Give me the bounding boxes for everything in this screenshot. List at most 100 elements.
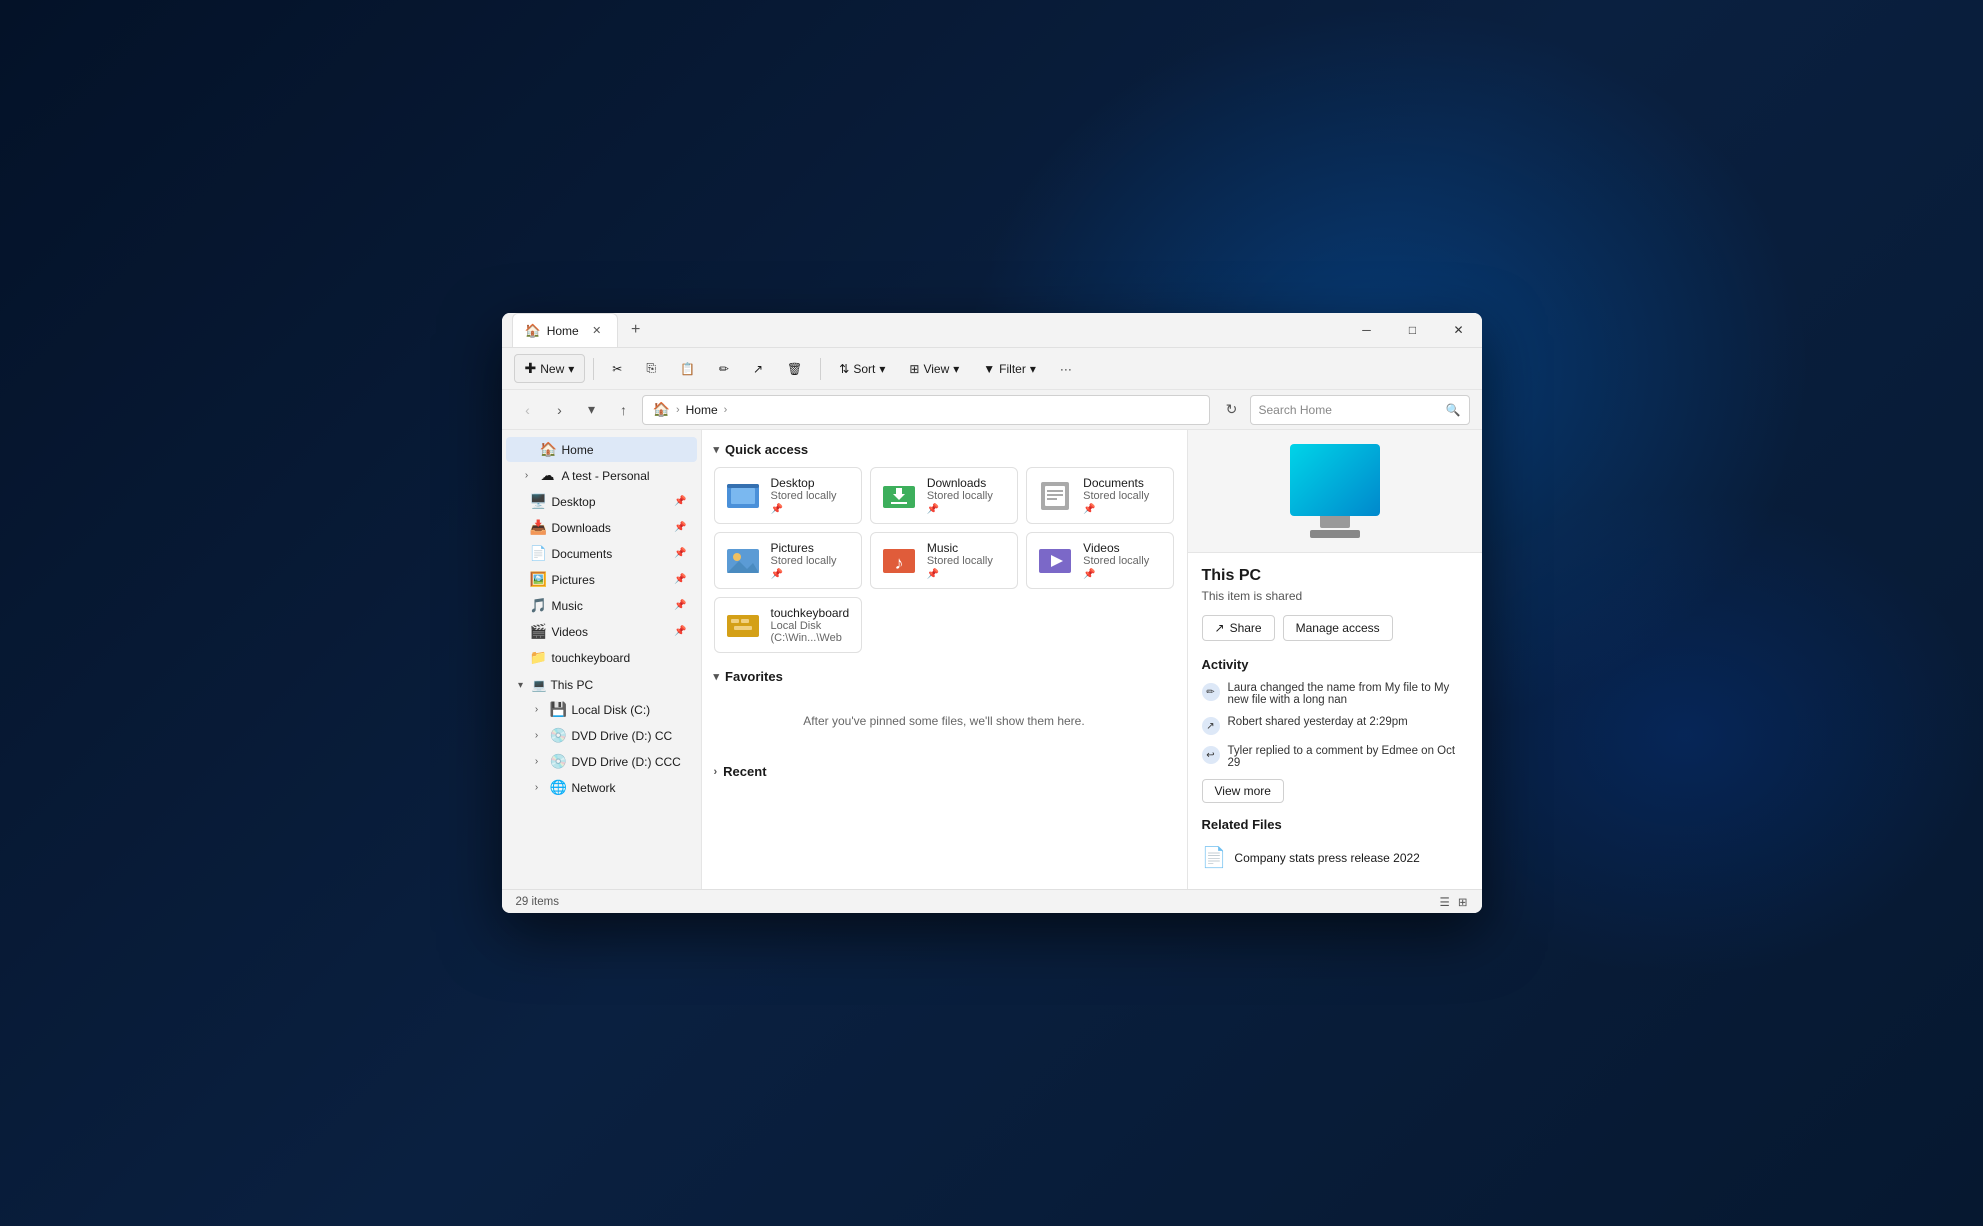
network-icon: 🌐	[550, 779, 566, 796]
folder-card-touchkb[interactable]: touchkeyboard Local Disk (C:\Win...\Web	[714, 597, 862, 653]
sidebar: 🏠 Home › ☁ A test - Personal 🖥️ Desktop …	[502, 430, 702, 889]
tab-strip: 🏠 Home ✕ +	[512, 313, 1344, 347]
folder-card-pictures[interactable]: Pictures Stored locally 📌	[714, 532, 862, 589]
pc-stand-icon	[1310, 530, 1360, 538]
downloads-sidebar-icon: 📥	[530, 519, 546, 536]
address-bar[interactable]: 🏠 › Home ›	[642, 395, 1210, 425]
search-icon: 🔍	[1446, 403, 1461, 417]
activity-section-title: Activity	[1202, 657, 1468, 672]
favorites-section: ▾ Favorites After you've pinned some fil…	[714, 669, 1175, 748]
sidebar-item-downloads[interactable]: 📥 Downloads 📌	[506, 515, 697, 540]
desktop-folder-pin: 📌	[771, 504, 851, 515]
new-button[interactable]: ✚ New ▾	[514, 354, 586, 383]
copy-button[interactable]: ⎘	[636, 356, 666, 381]
manage-access-button[interactable]: Manage access	[1283, 615, 1393, 641]
sidebar-item-network[interactable]: › 🌐 Network	[506, 775, 697, 800]
activity-item-2: ↗ Robert shared yesterday at 2:29pm	[1202, 716, 1468, 735]
quick-access-header[interactable]: ▾ Quick access	[714, 442, 1175, 457]
related-file-item-1[interactable]: 📄 Company stats press release 2022	[1202, 840, 1468, 875]
sidebar-item-documents[interactable]: 📄 Documents 📌	[506, 541, 697, 566]
copy-icon: ⎘	[646, 361, 656, 376]
downloads-folder-pin: 📌	[927, 504, 1007, 515]
sidebar-item-pictures[interactable]: 🖼️ Pictures 📌	[506, 567, 697, 592]
folder-card-desktop[interactable]: Desktop Stored locally 📌	[714, 467, 862, 524]
activity-text-3: Tyler replied to a comment by Edmee on O…	[1228, 745, 1468, 769]
sidebar-item-desktop[interactable]: 🖥️ Desktop 📌	[506, 489, 697, 514]
favorites-header[interactable]: ▾ Favorites	[714, 669, 1175, 684]
refresh-button[interactable]: ↻	[1218, 396, 1246, 424]
dvd-d2-expand: ›	[530, 755, 544, 769]
downloads-folder-sub: Stored locally	[927, 490, 1007, 502]
new-tab-button[interactable]: +	[622, 316, 650, 344]
sidebar-item-localdisk[interactable]: › 💾 Local Disk (C:)	[506, 697, 697, 722]
up-button[interactable]: ↑	[610, 396, 638, 424]
videos-folder-pin: 📌	[1083, 569, 1163, 580]
rename-button[interactable]: ✏	[709, 357, 739, 381]
sidebar-dvd-d-label: DVD Drive (D:) CC	[572, 729, 673, 743]
maximize-button[interactable]: □	[1390, 313, 1436, 348]
sidebar-item-home[interactable]: 🏠 Home	[506, 437, 697, 462]
delete-button[interactable]: 🗑	[777, 357, 812, 381]
paste-button[interactable]: 📋	[670, 357, 705, 381]
thispc-icon: 💻	[532, 678, 547, 692]
share-icon: ↗	[753, 362, 763, 376]
search-box[interactable]: Search Home 🔍	[1250, 395, 1470, 425]
more-options-icon: ···	[1060, 362, 1072, 376]
downloads-pin-icon: 📌	[674, 522, 686, 533]
filter-button[interactable]: ▼ Filter ▾	[973, 357, 1046, 381]
sort-label: Sort	[853, 362, 875, 376]
sidebar-item-dvd-d2[interactable]: › 💿 DVD Drive (D:) CCC	[506, 749, 697, 774]
new-button-label: New	[540, 362, 564, 376]
videos-folder-info: Videos Stored locally 📌	[1083, 541, 1163, 580]
sidebar-item-videos[interactable]: 🎬 Videos 📌	[506, 619, 697, 644]
documents-folder-name: Documents	[1083, 476, 1163, 490]
share-btn-label: Share	[1230, 621, 1262, 635]
dvd-d-expand: ›	[530, 729, 544, 743]
back-button[interactable]: ‹	[514, 396, 542, 424]
more-options-button[interactable]: ···	[1050, 357, 1082, 381]
related-files-title: Related Files	[1202, 817, 1468, 832]
folder-card-music[interactable]: ♪ Music Stored locally 📌	[870, 532, 1018, 589]
share-toolbar-button[interactable]: ↗	[743, 357, 773, 381]
close-button[interactable]: ✕	[1436, 313, 1482, 348]
address-chevron-2: ›	[724, 404, 728, 416]
tab-home[interactable]: 🏠 Home ✕	[512, 313, 618, 347]
view-label: View	[923, 362, 949, 376]
sidebar-network-label: Network	[572, 781, 616, 795]
touchkb-folder-name: touchkeyboard	[771, 606, 851, 620]
sidebar-group-thispc: ▾ 💻 This PC › 💾 Local Disk (C:) › 💿 DVD …	[502, 671, 701, 803]
folder-card-videos[interactable]: Videos Stored locally 📌	[1026, 532, 1174, 589]
view-more-button[interactable]: View more	[1202, 779, 1284, 803]
sidebar-item-music[interactable]: 🎵 Music 📌	[506, 593, 697, 618]
folder-card-downloads[interactable]: Downloads Stored locally 📌	[870, 467, 1018, 524]
view-list-icon[interactable]: ☰	[1440, 895, 1450, 909]
recent-locations-button[interactable]: ▾	[578, 396, 606, 424]
cut-icon: ✂	[612, 362, 622, 376]
sort-button[interactable]: ⇅ Sort ▾	[829, 357, 895, 381]
folder-card-documents[interactable]: Documents Stored locally 📌	[1026, 467, 1174, 524]
downloads-folder-name: Downloads	[927, 476, 1007, 490]
view-chevron-icon: ▾	[953, 362, 959, 376]
details-preview	[1188, 430, 1482, 553]
localdisk-expand: ›	[530, 703, 544, 717]
minimize-button[interactable]: ─	[1344, 313, 1390, 348]
sidebar-item-dvd-d[interactable]: › 💿 DVD Drive (D:) CC	[506, 723, 697, 748]
touchkb-sidebar-icon: 📁	[530, 649, 546, 666]
view-button[interactable]: ⊞ View ▾	[899, 357, 969, 381]
favorites-label: Favorites	[725, 669, 783, 684]
view-grid-icon[interactable]: ⊞	[1458, 895, 1468, 909]
desktop-folder-info: Desktop Stored locally 📌	[771, 476, 851, 515]
cut-button[interactable]: ✂	[602, 357, 632, 381]
tab-close-button[interactable]: ✕	[589, 323, 605, 339]
quick-access-grid: Desktop Stored locally 📌	[714, 467, 1175, 653]
recent-header[interactable]: › Recent	[714, 764, 1175, 779]
sidebar-item-touchkeyboard[interactable]: 📁 touchkeyboard	[506, 645, 697, 670]
filter-label: Filter	[999, 362, 1026, 376]
sidebar-thispc-header[interactable]: ▾ 💻 This PC	[506, 674, 697, 696]
sidebar-documents-label: Documents	[552, 547, 613, 561]
desktop-folder-name: Desktop	[771, 476, 851, 490]
sidebar-item-cloud[interactable]: › ☁ A test - Personal	[506, 463, 697, 488]
share-button[interactable]: ↗ Share	[1202, 615, 1275, 641]
forward-button[interactable]: ›	[546, 396, 574, 424]
address-chevron-1: ›	[676, 404, 680, 416]
